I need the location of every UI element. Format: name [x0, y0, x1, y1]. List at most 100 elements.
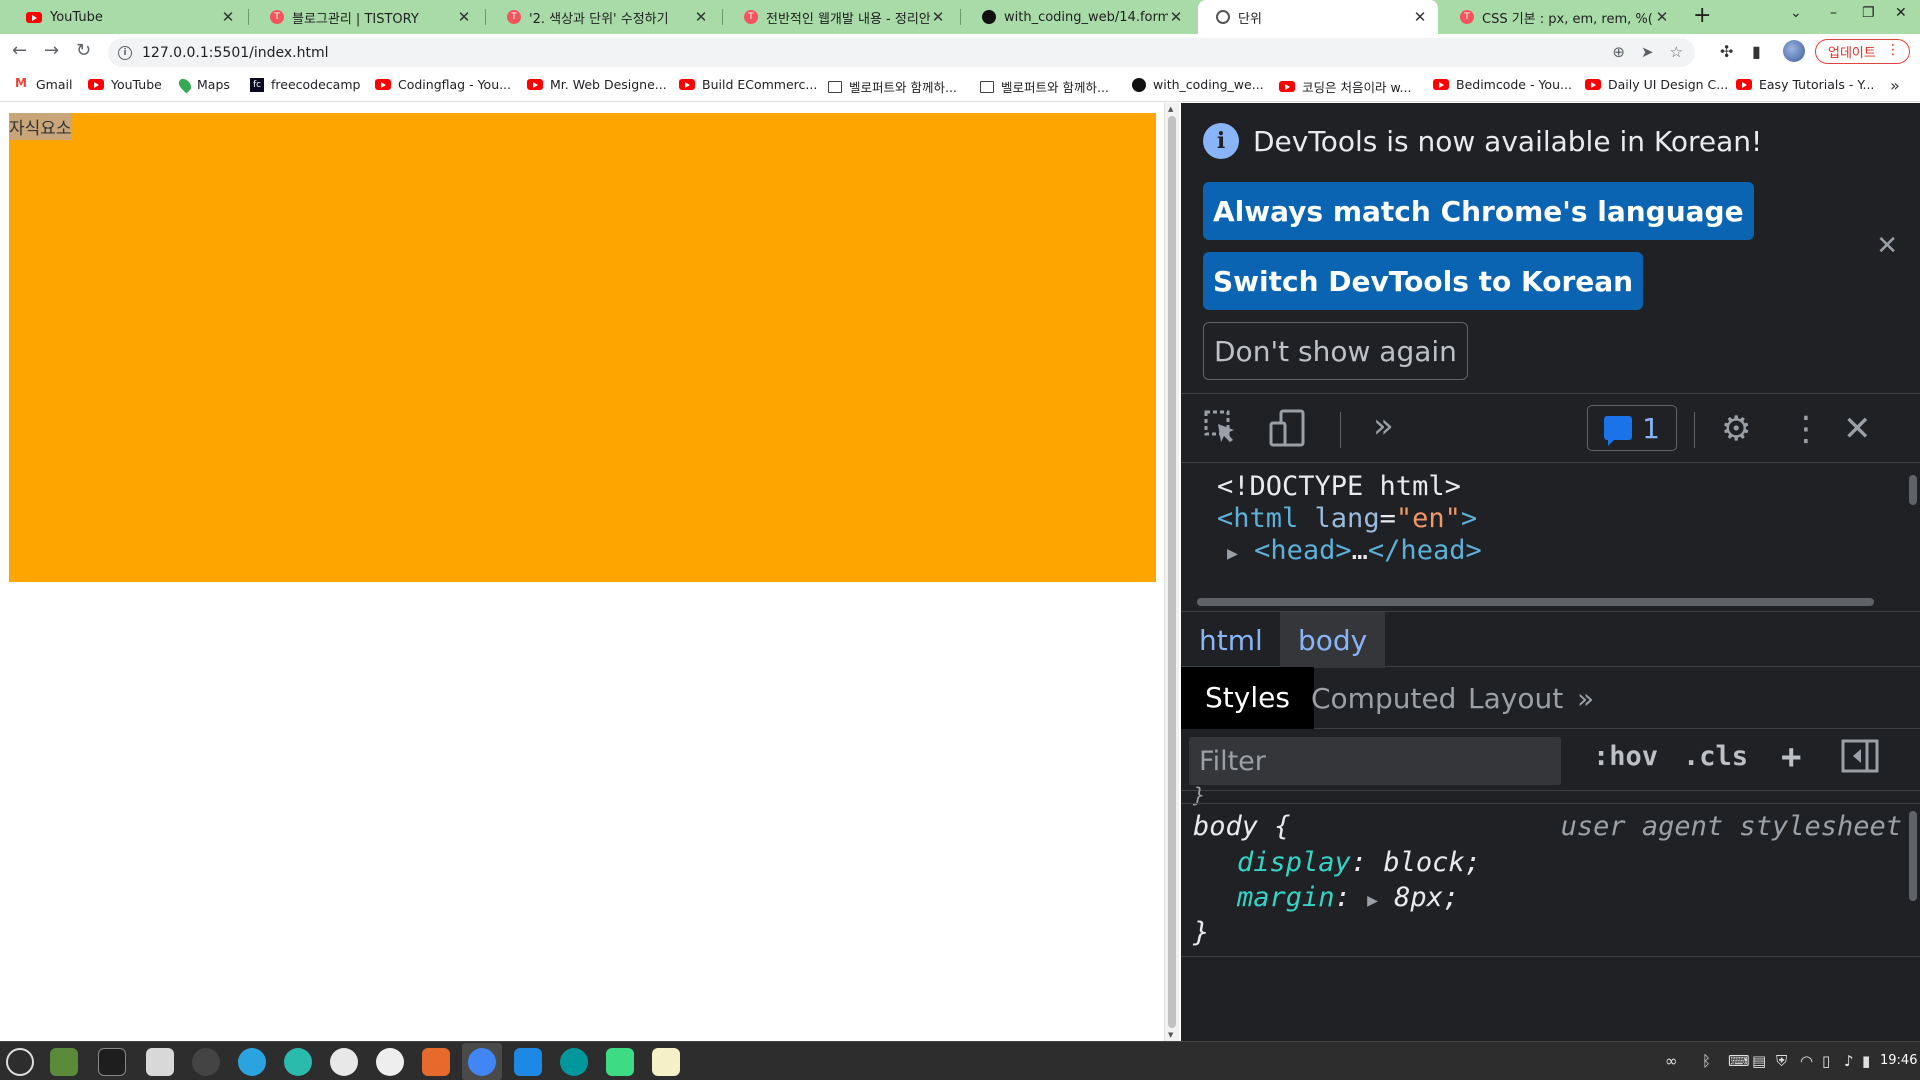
bookmark-item[interactable]: Gmail: [14, 76, 72, 92]
close-icon[interactable]: ✕: [693, 8, 709, 26]
switch-korean-button[interactable]: Switch DevTools to Korean: [1203, 252, 1644, 310]
tab-youtube[interactable]: YouTube ✕: [8, 0, 246, 34]
close-icon[interactable]: ✕: [456, 8, 472, 26]
shield-icon[interactable]: ⛨: [1776, 1052, 1787, 1070]
toggle-sidebar-icon[interactable]: [1841, 739, 1879, 780]
expand-triangle-icon[interactable]: ▶: [1367, 890, 1378, 911]
close-icon[interactable]: ✕: [1168, 8, 1184, 26]
chrome-icon[interactable]: [468, 1048, 496, 1076]
expand-triangle-icon[interactable]: ▶: [1227, 543, 1238, 564]
styles-scrollbar[interactable]: [1906, 791, 1920, 1041]
bookmark-item[interactable]: 벨로퍼트와 함께하...: [980, 77, 1109, 96]
css-property[interactable]: margin: ▶ 8px;: [1237, 882, 1459, 913]
obs-icon[interactable]: [192, 1048, 220, 1076]
android-studio-icon[interactable]: [606, 1048, 634, 1076]
css-property[interactable]: display: block;: [1237, 847, 1481, 878]
inspect-element-icon[interactable]: [1203, 409, 1239, 454]
infinity-icon[interactable]: ∞: [1665, 1052, 1678, 1070]
site-info-icon[interactable]: i: [118, 45, 132, 60]
tab-search-chevron-icon[interactable]: ⌄: [1790, 5, 1802, 21]
tab-github[interactable]: with_coding_web/14.form.htm ✕: [964, 0, 1194, 34]
close-devtools-icon[interactable]: ✕: [1843, 409, 1872, 449]
close-icon[interactable]: ✕: [930, 8, 946, 26]
show-desktop-icon[interactable]: [50, 1048, 78, 1076]
wifi-icon[interactable]: ◠: [1800, 1052, 1813, 1070]
more-tabs-chevron-icon[interactable]: »: [1373, 406, 1394, 446]
tab-active-unit[interactable]: 단위 ✕: [1198, 0, 1438, 34]
device-toolbar-icon[interactable]: [1269, 409, 1307, 456]
clipboard-icon[interactable]: ▤: [1752, 1052, 1766, 1070]
breadcrumb-body[interactable]: body: [1280, 612, 1386, 668]
bookmark-item[interactable]: with_coding_we...: [1132, 77, 1264, 92]
bookmark-item[interactable]: Mr. Web Designe...: [527, 77, 667, 92]
tab-tistory-edit[interactable]: T '2. 색상과 단위' 수정하기 ✕: [489, 0, 719, 34]
bookmark-item[interactable]: Maps: [176, 76, 230, 93]
firefox-icon[interactable]: [422, 1048, 450, 1076]
display-icon[interactable]: ▯: [1822, 1052, 1830, 1070]
bookmark-item[interactable]: Daily UI Design C...: [1585, 77, 1728, 92]
files-icon[interactable]: [146, 1048, 174, 1076]
bookmark-item[interactable]: Codingflag - You...: [375, 77, 511, 92]
zoom-icon[interactable]: ⊕: [1612, 43, 1625, 61]
close-icon[interactable]: ✕: [1876, 231, 1898, 261]
avatar[interactable]: [1783, 40, 1805, 62]
bookmark-item[interactable]: Build ECommerc...: [679, 77, 817, 92]
back-arrow-icon[interactable]: ←: [12, 40, 27, 61]
update-button[interactable]: 업데이트 ⋮: [1815, 39, 1910, 64]
bookmark-item[interactable]: 코딩은 처음이라 w...: [1279, 77, 1411, 96]
sound-icon[interactable]: ♪: [1844, 1052, 1854, 1070]
dont-show-again-button[interactable]: Don't show again: [1203, 322, 1468, 380]
extensions-puzzle-icon[interactable]: ✣: [1720, 42, 1733, 61]
vscode-icon[interactable]: [514, 1048, 542, 1076]
kebab-menu-icon[interactable]: ⋮: [1886, 42, 1900, 58]
telegram-icon[interactable]: [238, 1048, 266, 1076]
keyboard-icon[interactable]: ⌨: [1728, 1052, 1750, 1070]
terminal-icon[interactable]: [98, 1048, 126, 1076]
bookmark-item[interactable]: fc freecodecamp: [250, 77, 360, 92]
match-language-button[interactable]: Always match Chrome's language: [1203, 182, 1754, 240]
send-icon[interactable]: ➤: [1641, 43, 1654, 61]
restore-icon[interactable]: ❐: [1862, 5, 1875, 21]
more-tabs-chevron-icon[interactable]: »: [1553, 667, 1618, 729]
forward-arrow-icon[interactable]: →: [44, 40, 59, 61]
new-tab-plus-icon[interactable]: +: [1693, 3, 1711, 28]
rule-selector[interactable]: body {: [1193, 811, 1291, 842]
close-icon[interactable]: ✕: [220, 8, 236, 26]
address-bar[interactable]: i 127.0.0.1:5501/index.html ⊕ ➤ ☆: [108, 38, 1695, 67]
reload-icon[interactable]: ↻: [76, 40, 91, 61]
cls-toggle[interactable]: .cls: [1683, 741, 1748, 772]
mongodb-icon[interactable]: [376, 1048, 404, 1076]
bookmark-item[interactable]: YouTube: [88, 77, 162, 92]
bookmark-item[interactable]: Bedimcode - You...: [1433, 77, 1572, 92]
html-node[interactable]: <html lang="en">: [1217, 503, 1477, 534]
tab-tistory-notes[interactable]: T 전반적인 웹개발 내용 - 정리안된 ✕: [726, 0, 956, 34]
bookmarks-overflow-icon[interactable]: »: [1890, 76, 1900, 95]
elements-horizontal-scrollbar[interactable]: [1181, 595, 1920, 609]
bookmark-star-icon[interactable]: ☆: [1670, 43, 1683, 61]
close-icon[interactable]: ✕: [1412, 8, 1428, 26]
bookmark-item[interactable]: 벨로퍼트와 함께하...: [828, 77, 957, 96]
page-scrollbar-thumb[interactable]: [1168, 116, 1176, 1028]
kebab-menu-icon[interactable]: ⋮: [1789, 409, 1823, 449]
gear-icon[interactable]: ⚙: [1721, 409, 1751, 449]
bluetooth-icon[interactable]: ᛒ: [1702, 1052, 1711, 1070]
elements-vertical-scrollbar[interactable]: [1906, 463, 1920, 595]
mint-menu-icon[interactable]: [6, 1048, 34, 1076]
hov-toggle[interactable]: :hov: [1593, 741, 1658, 772]
arduino-icon[interactable]: [560, 1048, 588, 1076]
app-icon[interactable]: [330, 1048, 358, 1076]
window-close-icon[interactable]: ✕: [1895, 5, 1907, 21]
new-style-rule-plus-icon[interactable]: +: [1781, 737, 1801, 777]
battery-icon[interactable]: ▮: [1862, 1052, 1870, 1070]
head-node[interactable]: ▶ <head>…</head>: [1227, 535, 1482, 566]
edge-icon[interactable]: [284, 1048, 312, 1076]
text-editor-icon[interactable]: [652, 1048, 680, 1076]
bookmark-item[interactable]: Easy Tutorials - Y...: [1736, 77, 1874, 92]
tab-tistory-admin[interactable]: T 블로그관리 | TISTORY ✕: [252, 0, 482, 34]
side-panel-icon[interactable]: ▮: [1752, 42, 1761, 61]
breadcrumb-html[interactable]: html: [1181, 612, 1281, 668]
minimize-icon[interactable]: –: [1830, 5, 1837, 21]
tab-css-basics[interactable]: T CSS 기본 : px, em, rem, %(perc ✕: [1442, 0, 1680, 34]
page-scrollbar[interactable]: ▲ ▼: [1164, 103, 1179, 1041]
close-icon[interactable]: ✕: [1654, 8, 1670, 26]
